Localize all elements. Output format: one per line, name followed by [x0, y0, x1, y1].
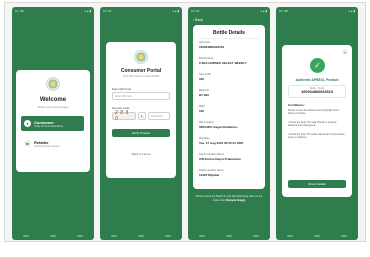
system-nav-bar: [188, 231, 270, 240]
close-icon[interactable]: ×: [342, 49, 348, 55]
apbcl-emblem-icon: [134, 50, 148, 64]
nav-back-button[interactable]: [253, 234, 260, 237]
check-circle-icon: ✓: [310, 58, 325, 73]
status-bar: 11:46 ▾ ▴ ▮: [12, 7, 94, 15]
qr-value-box: Bottle / Serial 160934860943519: [288, 85, 346, 98]
condition-seal: • Check the Seal: The seal should be pro…: [288, 121, 337, 128]
status-time: 11:48: [279, 9, 288, 13]
portal-title: Consumer Portal: [120, 68, 162, 74]
status-icons: ▾ ▴ ▮: [84, 9, 91, 13]
apbcl-emblem-icon: [46, 77, 60, 91]
status-icons: ▾ ▴ ▮: [348, 9, 355, 13]
field-label: Batch ID: [199, 89, 209, 92]
sample-image-link[interactable]: (Sample Image): [226, 199, 245, 202]
field-value: 180: [199, 109, 205, 113]
nav-recent-button[interactable]: [22, 234, 29, 237]
qr-value: 160934860943519: [301, 90, 333, 94]
status-bar: 11:48 ▾ ▴ ▮: [276, 7, 358, 15]
back-label: Back: [195, 18, 203, 22]
nav-back-button[interactable]: [77, 234, 84, 237]
nav-home-button[interactable]: [137, 234, 144, 237]
verify-product-button[interactable]: Verify Product: [112, 129, 170, 137]
system-nav-bar: [100, 231, 182, 240]
field-label: QR Code: [199, 41, 210, 44]
portal-card: Consumer Portal Scan QR Code on Liquor B…: [106, 42, 176, 178]
show-details-button[interactable]: Show Details: [288, 180, 346, 188]
conditions-title: Conditions:: [288, 103, 305, 107]
field-value: 9 SEA HORSES SELECT WHISKY: [199, 61, 247, 65]
phone-welcome: 11:46 ▾ ▴ ▮ Welcome Select your account …: [12, 7, 94, 240]
bottle-details-card: Bottle Details QR Code 160934860943519 B…: [193, 25, 265, 189]
nav-back-button[interactable]: [341, 234, 348, 237]
nav-home-button[interactable]: [225, 234, 232, 237]
field-value: 5609 Mfd. Eagle Distilleries: [199, 125, 238, 129]
qr-code-label: Enter QR Code: [112, 87, 132, 91]
field-label: MRP: [199, 105, 205, 108]
security-code-input[interactable]: Enter code: [148, 112, 170, 120]
role-retailer-option[interactable]: ■ Retailer Licensed shop access: [21, 136, 84, 151]
welcome-subtitle: Select your account type: [37, 105, 69, 109]
status-bar: 11:47 ▾ ▴ ▮: [100, 7, 182, 15]
nav-recent-button[interactable]: [198, 234, 205, 237]
status-icons: ▾ ▴ ▮: [172, 9, 179, 13]
welcome-title: Welcome: [39, 97, 67, 103]
phone-bottle-details: 11:47 ▾ ▴ ▮ ‹ Back Bottle Details QR Cod…: [188, 7, 270, 240]
role-consumer-option[interactable]: ● Consumer Verify & track authenticity: [21, 116, 84, 131]
status-time: 11:46: [15, 9, 24, 13]
portal-subtitle: Scan QR Code on Liquor Bottle: [122, 75, 160, 78]
field-value: BT-093: [199, 93, 209, 97]
nav-recent-button[interactable]: [110, 234, 117, 237]
authentic-modal: × ✓ Authentic APBECL Product Bottle / Se…: [282, 45, 352, 197]
footer-note: Please check the Batch ID and Manufactur…: [194, 195, 264, 202]
status-time: 11:47: [191, 9, 200, 13]
nav-back-button[interactable]: [165, 234, 172, 237]
phone-authentic-result: 11:48 ▾ ▴ ▮ × ✓ Authentic APBECL Product…: [276, 7, 358, 240]
role-retailer-desc: Licensed shop access: [34, 144, 60, 148]
conditions-text: Please ensure the bottle is also physica…: [288, 109, 339, 116]
status-bar: 11:47 ▾ ▴ ▮: [188, 7, 270, 15]
field-label: Brand Name: [199, 57, 214, 60]
system-nav-bar: [12, 231, 94, 240]
chevron-left-icon: ‹: [193, 18, 195, 22]
qr-code-input[interactable]: Enter QR Code: [112, 92, 170, 100]
status-time: 11:47: [103, 9, 112, 13]
field-label: Mfg Date: [199, 137, 210, 140]
bottle-details-title: Bottle Details: [213, 30, 245, 36]
role-consumer-desc: Verify & track authenticity: [34, 124, 64, 128]
user-icon: ●: [24, 120, 31, 127]
phone-consumer-portal: 11:47 ▾ ▴ ▮ Consumer Portal Scan QR Code…: [100, 7, 182, 240]
status-icons: ▾ ▴ ▮: [260, 9, 267, 13]
store-icon: ■: [24, 140, 31, 147]
field-label: Mfg Location: [199, 121, 214, 124]
welcome-card: Welcome Select your account type ● Consu…: [16, 70, 90, 172]
field-label: Depot Location Name: [199, 153, 225, 156]
refresh-captcha-icon[interactable]: ↻: [138, 112, 146, 120]
system-nav-bar: [276, 231, 358, 240]
condition-cap: • Check the Cap: The bottle cap should n…: [288, 133, 346, 140]
field-label: Size in ML: [199, 73, 212, 76]
captcha-image: 2 8 3 0: [112, 110, 136, 122]
nav-recent-button[interactable]: [286, 234, 293, 237]
nav-home-button[interactable]: [49, 234, 56, 237]
field-value: 180: [199, 77, 205, 81]
authentic-title: Authentic APBECL Product: [295, 78, 339, 82]
field-value: IVD-Excise Depot Prakasham: [199, 157, 241, 161]
back-to-home-link[interactable]: Back to Home: [106, 152, 176, 156]
divider: [199, 38, 259, 39]
nav-home-button[interactable]: [313, 234, 320, 237]
field-value: 12325 Mylabar: [199, 173, 220, 177]
field-value: 160934860943519: [199, 45, 225, 49]
screenshot-collage: 11:46 ▾ ▴ ▮ Welcome Select your account …: [4, 2, 366, 242]
field-value: Tue, 27 Aug 2024 05:25:31 GMT: [199, 141, 244, 145]
back-button[interactable]: ‹ Back: [193, 18, 203, 22]
field-label: Retail Location Name: [199, 169, 224, 172]
